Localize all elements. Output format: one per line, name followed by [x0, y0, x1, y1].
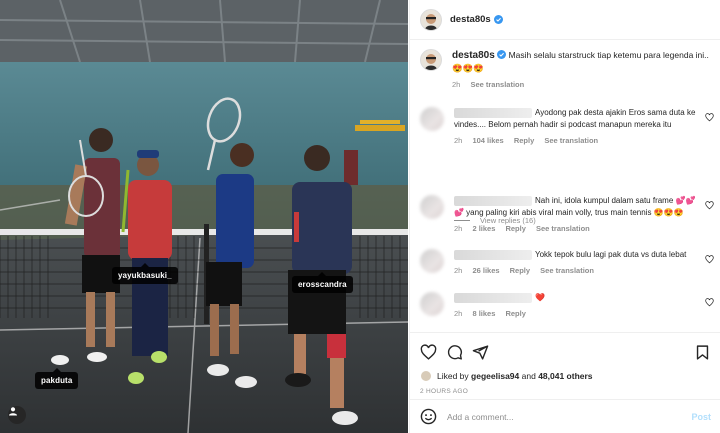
avatar[interactable]	[420, 107, 444, 131]
blurred-username	[454, 107, 532, 118]
comment-time: 2h	[454, 266, 463, 275]
reply-button[interactable]: Reply	[514, 136, 534, 145]
comment-likes[interactable]: 104 likes	[472, 136, 503, 145]
liked-by-prefix: Liked by	[437, 371, 469, 381]
photo-tag-erosscandra[interactable]: erosscandra	[292, 272, 353, 293]
reply-button[interactable]: Reply	[510, 266, 530, 275]
comment-time: 2h	[454, 309, 463, 318]
blurred-username	[454, 249, 532, 260]
header-username[interactable]: desta80s	[450, 14, 491, 25]
comment-time: 2h	[454, 224, 463, 233]
comment-likes[interactable]: 2 likes	[472, 224, 495, 233]
reply-button[interactable]: Reply	[505, 309, 525, 318]
like-heart-icon[interactable]	[420, 343, 437, 361]
comment-bubble-icon[interactable]	[446, 344, 463, 361]
blurred-username	[454, 195, 532, 206]
verified-badge-icon	[497, 50, 507, 59]
blurred-username	[454, 292, 532, 303]
photo-tag-yayukbasuki[interactable]: yayukbasuki_	[112, 263, 178, 284]
verified-badge-icon	[493, 15, 503, 24]
comment-likes[interactable]: 8 likes	[472, 309, 495, 318]
post-caption: desta80s Masih selalu starstruck tiap ke…	[420, 49, 710, 91]
like-comment-heart-icon[interactable]	[705, 201, 714, 210]
share-send-icon[interactable]	[472, 344, 489, 361]
caption-text: Masih selalu starstruck tiap ketemu para…	[508, 50, 709, 60]
see-translation-link[interactable]: See translation	[544, 136, 598, 145]
comment-input[interactable]: Add a comment...	[447, 412, 691, 422]
reply-button[interactable]: Reply	[505, 224, 525, 233]
likes-summary: Liked by gegeelisa94 and 48,041 others	[420, 370, 711, 382]
desta-avatar-icon	[425, 54, 437, 70]
see-translation-link[interactable]: See translation	[470, 80, 524, 89]
liked-by-and: and	[521, 371, 536, 381]
comment-item: Ayodong pak desta ajakin Eros sama duta …	[420, 107, 714, 145]
photo-tag-pakduta[interactable]: pakduta	[35, 368, 79, 389]
avatar[interactable]	[420, 195, 444, 219]
comment-text: Yokk tepok bulu lagi pak duta vs duta le…	[535, 250, 687, 259]
tennis-court-photo	[0, 0, 408, 433]
post-timestamp: 2 HOURS AGO	[420, 388, 469, 395]
post-photo[interactable]: yayukbasuki_ erosscandra pakduta	[0, 0, 408, 433]
see-translation-link[interactable]: See translation	[540, 266, 594, 275]
desta-avatar-icon	[425, 13, 437, 30]
caption-time: 2h	[452, 80, 461, 89]
avatar[interactable]	[420, 370, 432, 382]
likes-count[interactable]: 48,041 others	[538, 371, 592, 381]
post-actions: Liked by gegeelisa94 and 48,041 others 2…	[410, 332, 720, 395]
comment-time: 2h	[454, 136, 463, 145]
post-header: desta80s	[410, 0, 720, 40]
caption-emojis: 😍😍😍	[452, 63, 484, 73]
post-details-panel: desta80s desta80s Masih selalu starstruc…	[409, 0, 720, 433]
caption-avatar[interactable]	[420, 49, 442, 71]
comment-likes[interactable]: 26 likes	[472, 266, 499, 275]
avatar[interactable]	[420, 8, 442, 31]
user-icon	[9, 407, 17, 416]
caption-username[interactable]: desta80s	[452, 50, 495, 61]
tagged-users-button[interactable]	[8, 406, 26, 424]
emoji-icon[interactable]	[420, 408, 437, 425]
avatar[interactable]	[420, 292, 444, 316]
like-comment-heart-icon[interactable]	[705, 298, 714, 307]
like-comment-heart-icon[interactable]	[705, 255, 714, 264]
save-bookmark-icon[interactable]	[694, 344, 711, 361]
see-translation-link[interactable]: See translation	[536, 224, 590, 233]
liked-by-user[interactable]: gegeelisa94	[471, 371, 519, 381]
comment-item: ❤️ 2h 8 likes Reply	[420, 292, 714, 318]
like-comment-heart-icon[interactable]	[705, 113, 714, 122]
add-comment-bar: Add a comment... Post	[410, 399, 720, 433]
comment-item: Yokk tepok bulu lagi pak duta vs duta le…	[420, 249, 714, 275]
avatar[interactable]	[420, 249, 444, 273]
comment-text: ❤️	[535, 293, 545, 302]
comment-item: Nah ini, idola kumpul dalam satu frame 💕…	[420, 195, 714, 233]
comments-list[interactable]: desta80s Masih selalu starstruck tiap ke…	[410, 41, 720, 331]
post-comment-button[interactable]: Post	[691, 412, 711, 422]
